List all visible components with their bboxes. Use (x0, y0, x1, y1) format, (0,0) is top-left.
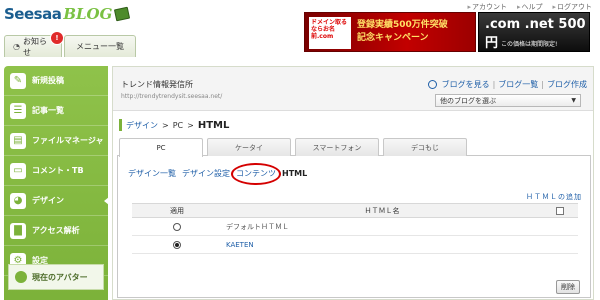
menu-list-tab-label: メニュー一覧 (76, 42, 124, 51)
top-links: アカウント ヘルプ ログアウト (467, 2, 592, 12)
breadcrumb-separator: > (162, 120, 169, 130)
sidebar: ✎ 新規投稿 ☰ 記事一覧 ▤ ファイルマネージャ ▭ コメント・TB ◕ デザ… (4, 66, 109, 300)
sidebar-item-access-analysis[interactable]: ▇ アクセス解析 (4, 216, 108, 246)
logout-link[interactable]: ログアウト (552, 2, 592, 12)
sidebar-item-article-list[interactable]: ☰ 記事一覧 (4, 96, 108, 126)
rss-icon: ◔ (13, 42, 20, 51)
breadcrumb-current: HTML (197, 119, 230, 131)
blog-links: ブログを見る | ブログ一覧 | ブログ作成 (427, 79, 587, 90)
sidebar-item-label: アクセス解析 (32, 226, 80, 235)
link-separator: | (541, 80, 544, 89)
ad1-text: 登録実績500万件突破 記念キャンペーン (357, 19, 448, 44)
notification-badge: ! (50, 31, 64, 45)
apply-cell (132, 217, 222, 236)
pencil-icon: ✎ (10, 72, 26, 89)
sidebar-item-label: デザイン (32, 196, 64, 205)
logo-main-text: Seesaa (4, 5, 62, 23)
globe-icon (427, 80, 437, 89)
avatar-icon (15, 271, 27, 283)
other-blog-select-value: 他のブログを選ぶ (440, 96, 496, 105)
sidebar-item-new-post[interactable]: ✎ 新規投稿 (4, 66, 108, 96)
account-link[interactable]: アカウント (467, 2, 507, 12)
sidebar-item-label: コメント・TB (32, 166, 84, 175)
html-name-link[interactable]: KAETEN (226, 241, 254, 249)
design-subnav: デザイン一覧 デザイン設定 コンテンツ HTML (128, 163, 308, 185)
create-blog-link[interactable]: ブログ作成 (547, 79, 587, 90)
current-avatar-box[interactable]: 現在のアバター (8, 264, 104, 290)
delete-button[interactable]: 削除 (556, 280, 580, 294)
sidebar-item-label: 新規投稿 (32, 76, 64, 85)
news-tab-label: お知らせ (22, 36, 47, 57)
device-tabs: PC ケータイ スマートフォン デコもじ (117, 138, 591, 157)
html-name-column-header: ＨＴＭＬ名 (222, 203, 542, 218)
breadcrumb: デザイン > PC > HTML (119, 119, 229, 131)
select-all-checkbox[interactable] (556, 206, 564, 215)
contents-link[interactable]: コンテンツ (231, 163, 281, 185)
apply-radio[interactable] (173, 222, 181, 231)
table-header-row: 適用 ＨＴＭＬ名 (132, 203, 578, 218)
blog-list-link[interactable]: ブログ一覧 (498, 79, 538, 90)
main-content: トレンド情報発信所 http://trendytrendysit.seesaa.… (112, 66, 594, 300)
html-table: 適用 ＨＴＭＬ名 デフォルトＨＴＭＬ KAETEN (132, 203, 578, 254)
html-name-cell: KAETEN (222, 235, 542, 254)
apply-cell (132, 235, 222, 254)
blog-title: トレンド情報発信所 (121, 80, 193, 89)
breadcrumb-marker (119, 119, 122, 131)
chevron-down-icon: ▼ (571, 97, 576, 104)
subnav-current: HTML (282, 169, 308, 178)
html-panel: デザイン一覧 デザイン設定 コンテンツ HTML ＨＴＭＬの追加 適用 ＨＴＭＬ… (117, 156, 591, 298)
file-icon: ▤ (10, 132, 26, 149)
tab-mobile[interactable]: ケータイ (207, 138, 291, 156)
list-icon: ☰ (10, 102, 26, 119)
sidebar-item-comments[interactable]: ▭ コメント・TB (4, 156, 108, 186)
apply-radio[interactable] (173, 240, 181, 249)
sidebar-item-label: 記事一覧 (32, 106, 64, 115)
comment-icon: ▭ (10, 162, 26, 179)
onamae-logo: ドメイン取るならお名前.com (309, 17, 351, 49)
breadcrumb-design-link[interactable]: デザイン (126, 120, 158, 131)
sidebar-item-label: ファイルマネージャ (32, 136, 104, 145)
design-list-link[interactable]: デザイン一覧 (128, 168, 176, 179)
empty-cell (542, 217, 578, 236)
current-avatar-label: 現在のアバター (32, 272, 88, 282)
sidebar-item-file-manager[interactable]: ▤ ファイルマネージャ (4, 126, 108, 156)
book-icon (114, 6, 131, 22)
select-all-header (542, 203, 578, 218)
other-blog-select[interactable]: 他のブログを選ぶ ▼ (435, 94, 581, 107)
sidebar-item-design[interactable]: ◕ デザイン (4, 186, 109, 216)
table-row: デフォルトＨＴＭＬ (132, 217, 578, 236)
breadcrumb-pc[interactable]: PC (173, 121, 183, 130)
help-link[interactable]: ヘルプ (517, 2, 542, 12)
html-name-cell: デフォルトＨＴＭＬ (222, 217, 542, 236)
logo-sub-text: BLOG (63, 5, 113, 23)
apply-column-header: 適用 (132, 203, 222, 218)
ad1-line1: 登録実績500万件突破 (357, 20, 448, 30)
design-settings-link[interactable]: デザイン設定 (182, 168, 230, 179)
tab-decomoji[interactable]: デコもじ (383, 138, 467, 156)
palette-icon: ◕ (10, 192, 26, 209)
blog-url: http://trendytrendysit.seesaa.net/ (121, 93, 223, 100)
blog-header: トレンド情報発信所 http://trendytrendysit.seesaa.… (113, 67, 593, 111)
link-separator: | (492, 80, 496, 89)
header: Seesaa BLOG アカウント ヘルプ ログアウト ◔ お知らせ ! メニュ… (0, 0, 600, 60)
ad1-line2: 記念キャンペーン (357, 32, 429, 43)
domain-campaign-ad[interactable]: ドメイン取るならお名前.com 登録実績500万件突破 記念キャンペーン (304, 12, 476, 52)
breadcrumb-separator: > (187, 120, 194, 130)
seesaa-logo[interactable]: Seesaa BLOG (4, 4, 131, 24)
empty-cell (542, 235, 578, 254)
domain-price-ad[interactable]: .com .net 500円 この価格は期間限定! (478, 12, 590, 52)
view-blog-link[interactable]: ブログを見る (442, 79, 490, 90)
tab-pc[interactable]: PC (119, 138, 203, 157)
tab-smartphone[interactable]: スマートフォン (295, 138, 379, 156)
menu-list-tab[interactable]: メニュー一覧 (64, 35, 136, 57)
chart-icon: ▇ (10, 222, 26, 239)
table-row: KAETEN (132, 235, 578, 254)
add-html-link[interactable]: ＨＴＭＬの追加 (526, 192, 582, 202)
ad2-note: この価格は期間限定! (501, 41, 558, 48)
